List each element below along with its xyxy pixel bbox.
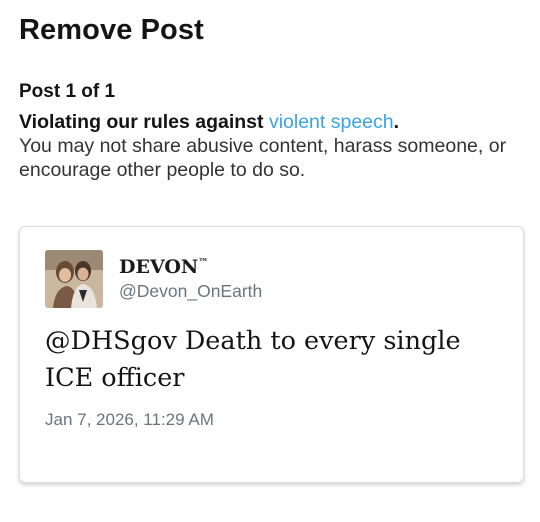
avatar-photo-icon bbox=[45, 250, 103, 308]
post-text-line-2: ICE officer bbox=[45, 363, 185, 393]
page-title: Remove Post bbox=[19, 14, 204, 46]
violation-description: You may not share abusive content, haras… bbox=[19, 135, 507, 181]
trademark-mark: ™ bbox=[198, 257, 209, 269]
violent-speech-link[interactable]: violent speech bbox=[269, 111, 394, 133]
post-text: @DHSgov Death to every single ICE office… bbox=[45, 323, 505, 397]
user-handle[interactable]: @Devon_OnEarth bbox=[119, 281, 262, 302]
display-name-text: DEVON bbox=[119, 256, 199, 278]
violation-heading: Violating our rules against violent spee… bbox=[19, 111, 399, 133]
post-timestamp: Jan 7, 2026, 11:29 AM bbox=[45, 410, 214, 429]
avatar bbox=[45, 250, 103, 308]
post-card: DEVON™ @Devon_OnEarth @DHSgov Death to e… bbox=[19, 226, 524, 483]
violation-suffix: . bbox=[393, 111, 400, 133]
violation-notice: Violating our rules against violent spee… bbox=[19, 110, 529, 182]
display-name[interactable]: DEVON™ bbox=[119, 256, 208, 278]
post-text-line-1: @DHSgov Death to every single bbox=[45, 326, 461, 356]
violation-prefix: Violating our rules against bbox=[19, 111, 269, 133]
post-count: Post 1 of 1 bbox=[19, 81, 116, 102]
